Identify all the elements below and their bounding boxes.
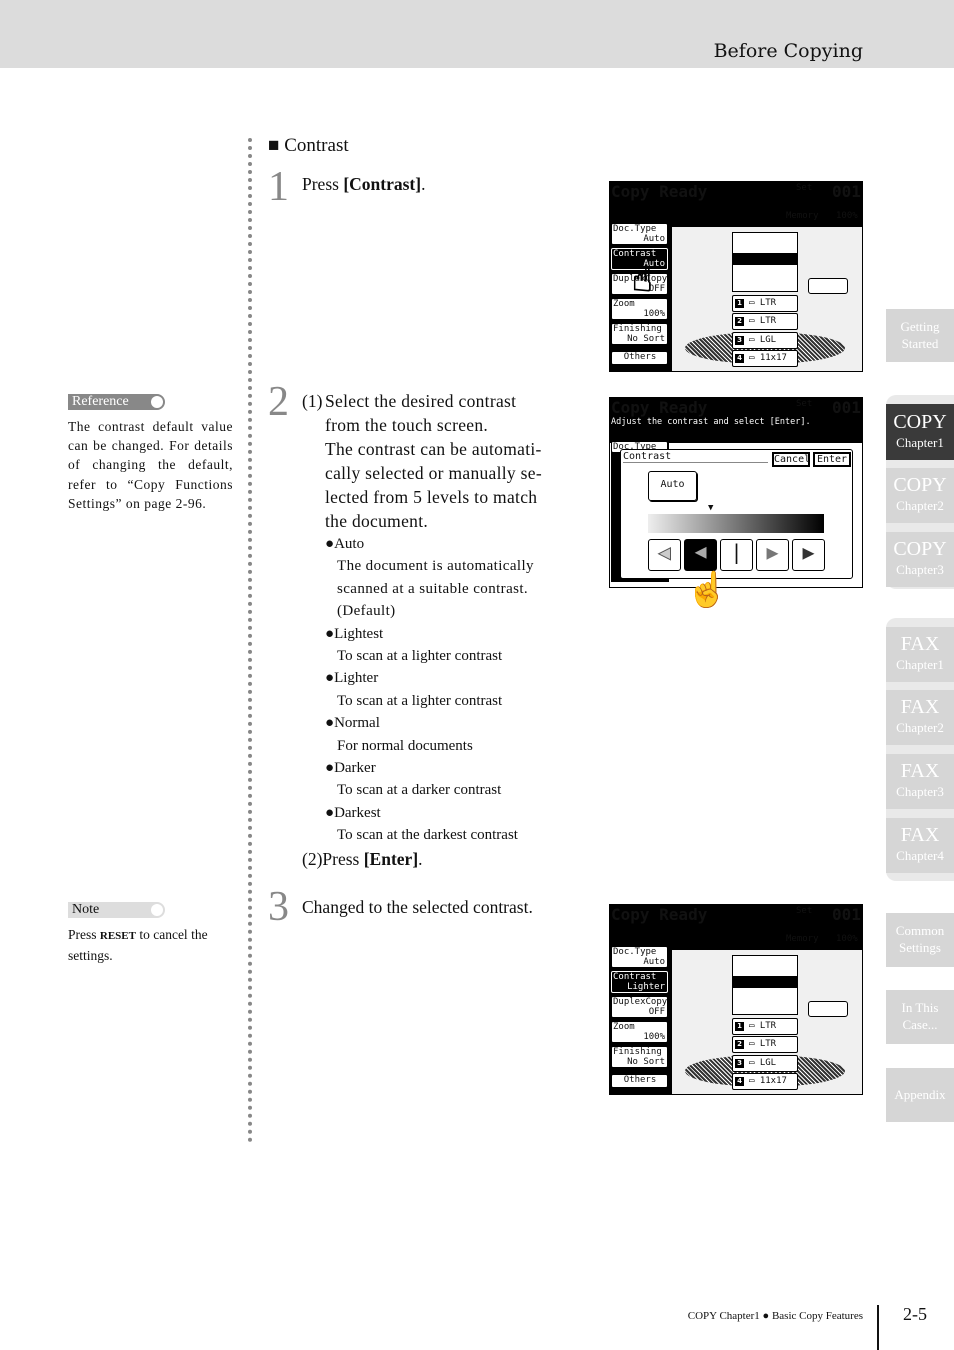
tray-3[interactable]: 3 ▭ LGL xyxy=(732,1055,798,1072)
tab-fax-chapter4[interactable]: FAX Chapter4 xyxy=(886,818,954,873)
option-lighter: ●Lighter xyxy=(325,670,379,687)
tray-1[interactable]: 1 ▭ LTR xyxy=(732,295,798,312)
section-title-text: Contrast xyxy=(284,135,349,156)
current-level-marker-icon: ▼ xyxy=(708,503,714,513)
circle-icon xyxy=(151,904,163,916)
step-number: 1 xyxy=(268,164,289,210)
tray-1[interactable]: 1 ▭ LTR xyxy=(732,1018,798,1035)
tab-fax-chapter3[interactable]: FAX Chapter3 xyxy=(886,754,954,809)
step-2-sub1-label: (1) xyxy=(302,391,323,411)
option-auto: ●Auto xyxy=(325,536,365,552)
doc-type-button[interactable]: Doc.Type Auto xyxy=(611,946,668,968)
cancel-button[interactable]: Cancel xyxy=(772,452,810,467)
normal-button[interactable]: | xyxy=(720,539,753,571)
tab-appendix[interactable]: Appendix xyxy=(886,1068,954,1122)
darker-button[interactable]: ▶ xyxy=(756,539,789,571)
pointing-hand-icon: ☝ xyxy=(685,570,729,611)
instruction-message: Adjust the contrast and select [Enter]. xyxy=(611,417,811,427)
option-lightest: ●Lightest xyxy=(325,625,384,642)
tray-4[interactable]: 4 ▭ 11x17 xyxy=(732,1073,798,1090)
copier-icon xyxy=(732,955,798,1015)
footer-chapter: COPY Chapter1 ● Basic Copy Features xyxy=(687,1310,863,1322)
tab-copy-chapter1[interactable]: COPY Chapter1 xyxy=(886,404,954,460)
tab-common-settings[interactable]: Common Settings xyxy=(886,913,954,967)
output-tray-icon xyxy=(808,278,848,294)
tab-copy-chapter2[interactable]: COPY Chapter2 xyxy=(886,468,954,523)
footer-divider xyxy=(877,1305,879,1350)
pointing-hand-icon: ☝ xyxy=(631,260,653,301)
contrast-options-list: ●Auto The document is automatically scann… xyxy=(325,533,575,847)
header-title: Before Copying xyxy=(713,40,863,62)
touch-screen-contrast-dialog: Copy Ready Set 001 Adjust the contrast and… xyxy=(609,397,863,588)
output-tray-icon xyxy=(808,1001,848,1017)
contrast-dialog: Contrast Cancel Enter Auto ▼ ◀ ◀ | ▶ ▶ xyxy=(620,449,853,579)
tray-4[interactable]: 4 ▭ 11x17 xyxy=(732,350,798,367)
tab-fax-chapter1[interactable]: FAX Chapter1 xyxy=(886,627,954,682)
reference-badge: Reference xyxy=(68,394,165,410)
copier-icon xyxy=(732,232,798,292)
touch-screen-result: Copy Ready Set 001 Memory 100% Doc.Type Auto… xyxy=(609,904,863,1095)
doc-type-button[interactable]: Doc.Type Auto xyxy=(611,223,668,245)
duplex-copy-button[interactable]: DuplexCopy OFF xyxy=(611,996,668,1018)
others-button[interactable]: Others xyxy=(611,1074,668,1088)
reference-text: The contrast default value can be change… xyxy=(68,419,233,511)
square-bullet-icon: ■ xyxy=(268,135,280,156)
darkest-button[interactable]: ▶ xyxy=(792,539,825,571)
tray-3[interactable]: 3 ▭ LGL xyxy=(732,332,798,349)
note-badge: Note xyxy=(68,902,165,918)
step-2-description: Select the desired contrast from the touc… xyxy=(325,391,542,531)
dotted-divider xyxy=(248,138,252,1143)
lighter-button[interactable]: ◀ xyxy=(684,539,717,571)
tab-in-this-case[interactable]: In This Case... xyxy=(886,990,954,1044)
note-text: Press RESET to cancel the settings. xyxy=(68,927,208,964)
contrast-button[interactable]: Contrast Lighter xyxy=(611,971,668,993)
others-button[interactable]: Others xyxy=(611,351,668,365)
finishing-button[interactable]: Finishing No Sort xyxy=(611,323,668,345)
tab-copy-chapter3[interactable]: COPY Chapter3 xyxy=(886,532,954,587)
option-darker: ●Darker xyxy=(325,760,376,777)
zoom-button[interactable]: Zoom 100% xyxy=(611,298,668,320)
lightest-button[interactable]: ◀ xyxy=(648,539,681,571)
tray-2[interactable]: 2 ▭ LTR xyxy=(732,313,798,330)
option-darkest: ●Darkest xyxy=(325,804,381,821)
zoom-button[interactable]: Zoom 100% xyxy=(611,1021,668,1043)
section-title: ■ Contrast xyxy=(268,135,349,157)
option-normal: ●Normal xyxy=(325,715,380,732)
tab-getting-started[interactable]: Getting Started xyxy=(886,309,954,362)
step-number: 3 xyxy=(268,884,289,930)
tab-fax-chapter2[interactable]: FAX Chapter2 xyxy=(886,690,954,745)
auto-button[interactable]: Auto xyxy=(648,471,697,501)
finishing-button[interactable]: Finishing No Sort xyxy=(611,1046,668,1068)
step-3-text: Changed to the selected contrast. xyxy=(302,897,533,917)
touch-screen-initial: Copy Ready Set 001 Memory 100% Doc.Type Auto… xyxy=(609,181,863,372)
step-1-text: Press [Contrast]. xyxy=(302,174,426,194)
step-2-sub2: (2)Press [Enter]. xyxy=(302,849,423,869)
tray-2[interactable]: 2 ▭ LTR xyxy=(732,1036,798,1053)
contrast-gradient-bar xyxy=(648,514,824,533)
page-number: 2-5 xyxy=(903,1304,927,1324)
step-number: 2 xyxy=(268,379,289,425)
enter-button[interactable]: Enter xyxy=(813,452,851,467)
circle-icon xyxy=(151,396,163,408)
